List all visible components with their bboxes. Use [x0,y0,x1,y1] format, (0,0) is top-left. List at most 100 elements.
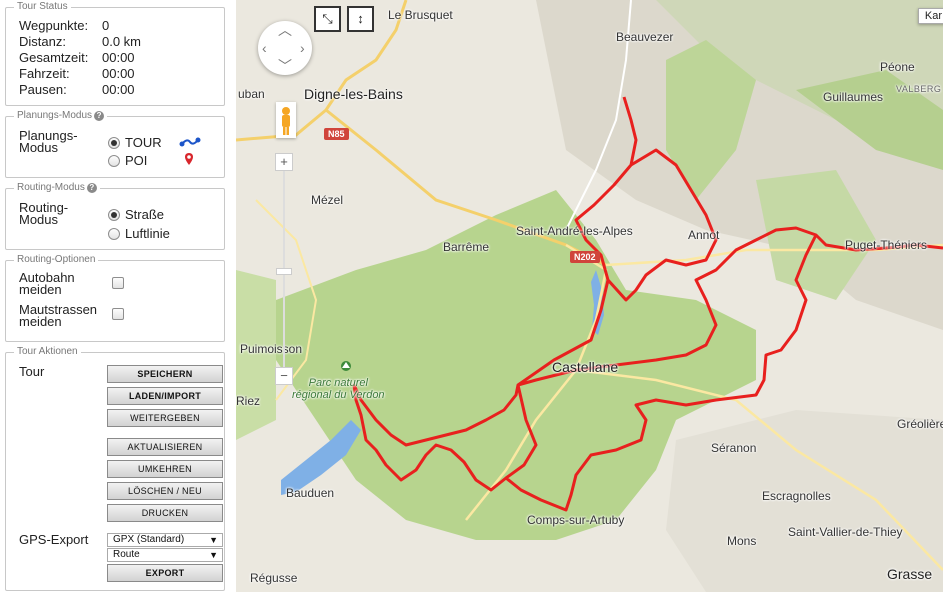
fullscreen-toggle-button[interactable]: ⤡ [314,6,341,32]
delete-new-button[interactable]: Löschen / Neu [107,482,223,500]
sidebar: Tour Status Wegpunkte: 0 Distanz: 0.0 km G… [0,0,232,592]
road-label-n202: N202 [570,251,600,263]
place-uban: uban [238,87,265,101]
radio-tour[interactable]: TOUR [108,135,162,150]
tour-route-icon [179,137,201,147]
place-puimoisson: Puimoisson [240,342,303,356]
help-icon[interactable]: ? [86,183,97,193]
place-saint-vallier-de-thiey: Saint-Vallier-de-Thiey [788,525,903,539]
radio-tour-label: TOUR [125,135,162,150]
radio-strasse-circle[interactable] [108,208,120,221]
total-time-label: Gesamtzeit: [19,50,89,65]
park-label-line2: régional du Verdon [292,389,385,401]
breaks-label: Pausen: [19,82,67,97]
pan-up-icon[interactable]: ︿ [278,23,292,37]
radio-poi-circle[interactable] [108,154,120,167]
place-saint-andre-les-alpes: Saint-André-les-Alpes [516,224,633,238]
place-beauvezer: Beauvezer [616,30,674,44]
load-import-button[interactable]: Laden/Import [107,387,223,405]
dropdown-arrow-icon: ▼ [209,550,218,560]
place-comps-sur-artuby: Comps-sur-Artuby [527,513,625,527]
planning-mode-label-line2: Modus [19,140,59,155]
gps-export-label: GPS-Export [19,532,89,547]
place-barreme: Barrême [443,240,490,254]
reverse-button[interactable]: Umkehren [107,460,223,478]
place-annot: Annot [688,228,720,242]
place-seranon: Séranon [711,441,757,455]
place-mezel: Mézel [311,193,344,207]
planning-mode-legend-text: Planungs-Modus [17,110,93,121]
distance-row: Distanz: 0.0 km [19,34,141,50]
planning-mode-label: Planungs- Modus [19,129,78,155]
avoid-toll-label: Mautstrassen meiden [19,303,97,329]
place-bauduen: Bauduen [286,486,335,500]
place-grasse: Grasse [887,566,933,582]
share-button[interactable]: Weitergeben [107,409,223,427]
dropdown-arrow-icon: ▼ [209,535,218,545]
gps-format-select[interactable]: GPX (Standard) ▼ [107,533,223,547]
print-button[interactable]: Drucken [107,504,223,522]
planning-mode-panel: Planungs-Modus? Planungs- Modus TOUR POI [5,110,225,178]
breaks-row: Pausen: 00:00 [19,82,135,98]
avoid-highway-label: Autobahn meiden [19,271,75,297]
avoid-toll-checkbox[interactable] [112,308,124,320]
waypoints-label: Wegpunkte: [19,18,89,33]
avoid-highway-checkbox[interactable] [112,277,124,289]
zoom-in-button[interactable]: + [275,153,293,171]
help-icon[interactable]: ? [94,111,105,121]
map-view[interactable]: Le Brusquet Beauvezer Péone Guillaumes V… [236,0,943,592]
pan-control[interactable]: ︿ ﹀ ‹ › [258,21,312,75]
radio-poi-label: POI [125,153,148,168]
routing-mode-legend: Routing-Modus? [14,182,100,194]
radio-poi[interactable]: POI [108,153,147,168]
driving-time-label: Fahrzeit: [19,66,70,81]
avoid-highway-line2: meiden [19,282,62,297]
radio-luftlinie[interactable]: Luftlinie [108,226,170,241]
gps-format-value: GPX (Standard) [113,534,185,545]
total-time-row: Gesamtzeit: 00:00 [19,50,135,66]
tour-status-legend: Tour Status [14,1,71,13]
place-le-brusquet: Le Brusquet [388,8,453,22]
pan-right-icon[interactable]: › [300,41,305,55]
road-label-n85: N85 [324,128,349,140]
place-guillaumes: Guillaumes [823,90,884,104]
map-type-button[interactable]: Kar [917,8,943,24]
radio-strasse-label: Straße [125,207,165,222]
place-valberg: VALBERG [896,84,942,94]
driving-time-row: Fahrzeit: 00:00 [19,66,135,82]
avoid-toll-line2: meiden [19,314,62,329]
distance-label: Distanz: [19,34,66,49]
pan-left-icon[interactable]: ‹ [262,41,267,55]
expand-vertical-button[interactable]: ↕ [347,6,374,32]
save-button[interactable]: Speichern [107,365,223,383]
pan-down-icon[interactable]: ﹀ [278,59,292,73]
radio-luftlinie-circle[interactable] [108,227,120,240]
poi-marker-icon [185,153,193,165]
routing-mode-label: Routing- Modus [19,201,68,226]
place-riez: Riez [236,394,261,408]
street-view-pegman-icon[interactable] [276,102,296,138]
radio-strasse[interactable]: Straße [108,207,164,222]
park-label: Parc naturel régional du Verdon [292,377,385,401]
radio-luftlinie-label: Luftlinie [125,226,170,241]
zoom-out-button[interactable]: − [275,367,293,385]
tour-status-panel: Tour Status Wegpunkte: 0 Distanz: 0.0 km G… [5,1,225,106]
tour-label: Tour [19,364,45,379]
gps-type-select[interactable]: Route ▼ [107,548,223,562]
refresh-button[interactable]: Aktualisieren [107,438,223,456]
place-puget-theniers: Puget-Théniers [845,238,928,252]
routing-mode-legend-text: Routing-Modus [17,182,85,193]
gps-type-value: Route [113,549,140,560]
routing-options-panel: Routing-Optionen Autobahn meiden Mautstra… [5,254,225,342]
place-regusse: Régusse [250,571,298,585]
radio-tour-circle[interactable] [108,136,120,149]
breaks-value: 00:00 [102,82,135,97]
export-button[interactable]: Export [107,564,223,582]
routing-mode-panel: Routing-Modus? Routing- Modus Straße Luft… [5,182,225,250]
tour-actions-legend: Tour Aktionen [14,346,81,358]
place-digne-les-bains: Digne-les-Bains [304,86,403,102]
place-mons: Mons [727,534,757,548]
zoom-slider-handle[interactable] [276,268,292,275]
place-greolieres: Gréolières [897,417,943,431]
driving-time-value: 00:00 [102,66,135,81]
